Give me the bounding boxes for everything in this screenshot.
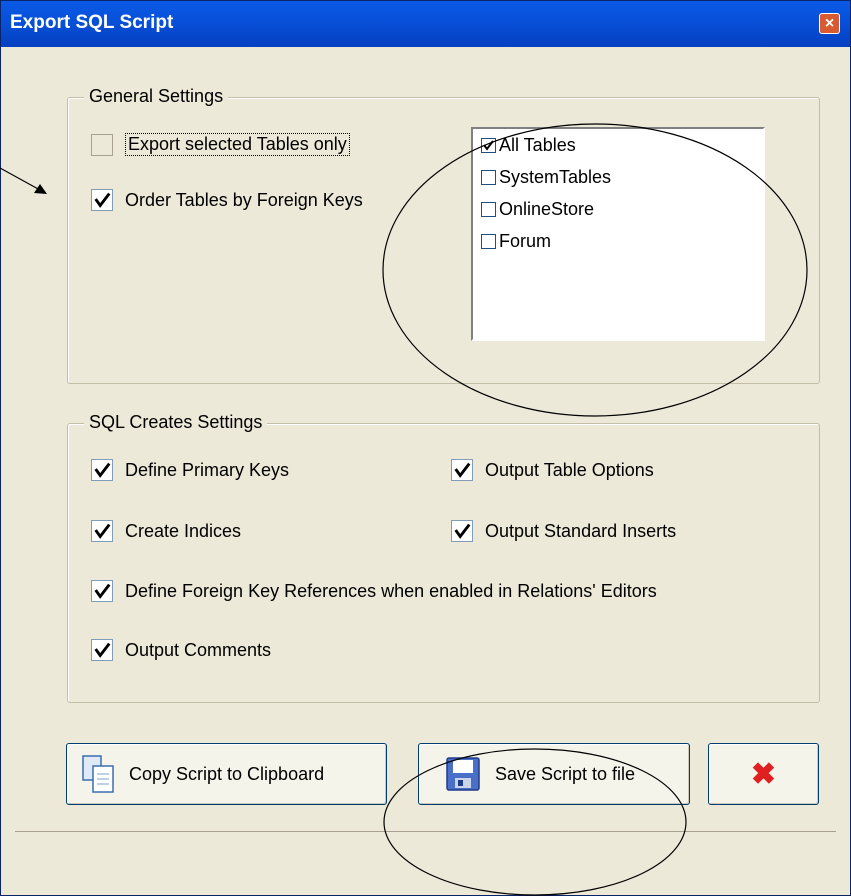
- save-to-file-button[interactable]: Save Script to file: [418, 743, 690, 805]
- copy-button-label: Copy Script to Clipboard: [129, 763, 325, 784]
- cancel-button[interactable]: ✖: [708, 743, 819, 805]
- checkmark-icon: [94, 583, 111, 599]
- checkmark-icon: [94, 523, 111, 539]
- dialog-title: Export SQL Script: [10, 12, 174, 33]
- checkmark-icon: [94, 462, 111, 478]
- list-item[interactable]: All Tables: [481, 135, 576, 156]
- list-checkbox[interactable]: [481, 170, 496, 185]
- list-checkbox[interactable]: [481, 138, 496, 153]
- table-list[interactable]: All Tables SystemTables OnlineStore Foru…: [471, 127, 765, 341]
- list-item[interactable]: SystemTables: [481, 167, 611, 188]
- sql-creates-settings-label: SQL Creates Settings: [84, 412, 268, 433]
- define-fk-refs-checkbox[interactable]: [91, 580, 113, 602]
- output-table-options-row[interactable]: Output Table Options: [451, 459, 654, 481]
- general-settings-label: General Settings: [84, 86, 229, 107]
- define-fk-refs-row[interactable]: Define Foreign Key References when enabl…: [91, 580, 657, 602]
- create-indices-checkbox[interactable]: [91, 520, 113, 542]
- list-item-label: SystemTables: [499, 167, 612, 187]
- checkmark-icon: [483, 140, 494, 151]
- output-standard-inserts-checkbox[interactable]: [451, 520, 473, 542]
- output-standard-inserts-label: Output Standard Inserts: [485, 520, 677, 541]
- output-comments-checkbox[interactable]: [91, 639, 113, 661]
- list-item-label: Forum: [499, 231, 552, 251]
- copy-to-clipboard-button[interactable]: Copy Script to Clipboard: [66, 743, 387, 805]
- save-disk-icon: [446, 757, 480, 791]
- list-checkbox[interactable]: [481, 202, 496, 217]
- export-sql-dialog: Export SQL Script × General Settings Exp…: [0, 0, 851, 896]
- output-comments-label: Output Comments: [125, 639, 272, 660]
- cancel-x-icon: ✖: [750, 757, 777, 791]
- close-button[interactable]: ×: [819, 13, 840, 34]
- list-item[interactable]: OnlineStore: [481, 199, 594, 220]
- define-pk-checkbox[interactable]: [91, 459, 113, 481]
- checkmark-icon: [94, 192, 111, 208]
- status-bar: [15, 831, 836, 884]
- export-selected-checkbox-row[interactable]: Export selected Tables only: [91, 133, 350, 156]
- output-table-options-checkbox[interactable]: [451, 459, 473, 481]
- dialog-body: General Settings Export selected Tables …: [15, 47, 836, 883]
- order-fk-checkbox[interactable]: [91, 189, 113, 211]
- list-item[interactable]: Forum: [481, 231, 551, 252]
- list-item-label: All Tables: [499, 135, 576, 155]
- define-fk-refs-label: Define Foreign Key References when enabl…: [125, 580, 657, 601]
- copy-icon: [82, 755, 114, 793]
- create-indices-label: Create Indices: [125, 520, 242, 541]
- create-indices-row[interactable]: Create Indices: [91, 520, 241, 542]
- output-table-options-label: Output Table Options: [485, 459, 654, 480]
- order-fk-label: Order Tables by Foreign Keys: [125, 189, 363, 210]
- list-item-label: OnlineStore: [499, 199, 595, 219]
- checkmark-icon: [94, 642, 111, 658]
- order-fk-checkbox-row[interactable]: Order Tables by Foreign Keys: [91, 189, 363, 211]
- checkmark-icon: [454, 462, 471, 478]
- output-standard-inserts-row[interactable]: Output Standard Inserts: [451, 520, 676, 542]
- output-comments-row[interactable]: Output Comments: [91, 639, 271, 661]
- define-pk-label: Define Primary Keys: [125, 459, 290, 480]
- export-selected-checkbox[interactable]: [91, 133, 113, 156]
- list-checkbox[interactable]: [481, 234, 496, 249]
- checkmark-icon: [454, 523, 471, 539]
- define-pk-row[interactable]: Define Primary Keys: [91, 459, 289, 481]
- export-selected-label: Export selected Tables only: [125, 133, 350, 156]
- title-bar[interactable]: Export SQL Script ×: [1, 1, 850, 47]
- save-button-label: Save Script to file: [495, 763, 636, 784]
